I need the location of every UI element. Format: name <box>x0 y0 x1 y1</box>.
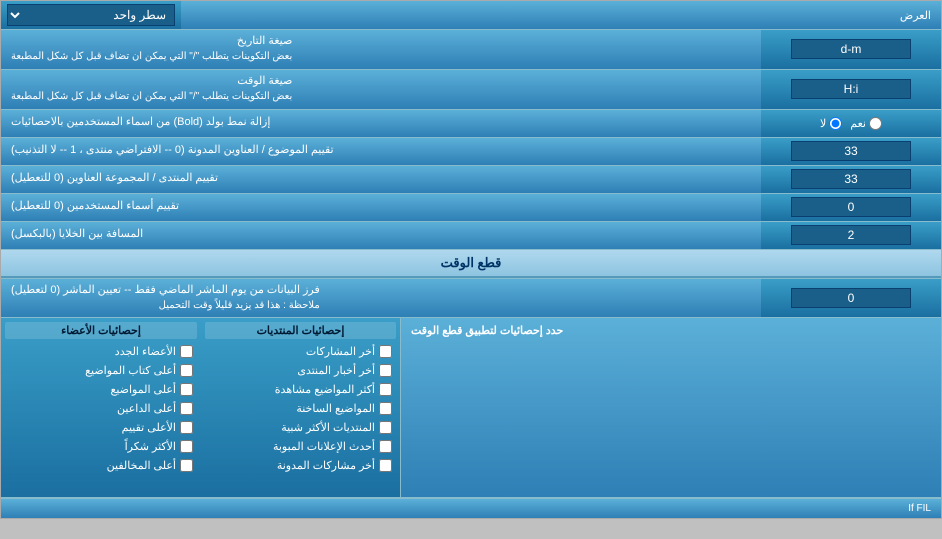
cutoff-label: فرز البيانات من يوم الماشر الماضي فقط --… <box>11 283 320 314</box>
date-format-label: صيغة التاريخبعض التكوينات يتطلب "/" التي… <box>11 34 292 65</box>
stat-old-topics[interactable]: المواضيع الساخنة <box>205 400 396 417</box>
cutoff-input[interactable] <box>791 288 911 308</box>
usernames-order-label: تقييم أسماء المستخدمين (0 للتعطيل) <box>11 199 179 214</box>
forum-stats-header: إحصائيات المنتديات <box>205 322 396 339</box>
usernames-order-input[interactable] <box>791 197 911 217</box>
time-format-input[interactable] <box>791 79 911 99</box>
stat-last-noted[interactable]: أخر مشاركات المدونة <box>205 457 396 474</box>
stat-top-rated[interactable]: الأعلى تقييم <box>5 419 197 436</box>
stats-limit-label: حدد إحصائيات لتطبيق قطع الوقت <box>411 324 563 337</box>
stat-top-writers[interactable]: أعلى كتاب المواضيع <box>5 362 197 379</box>
forum-order-input[interactable] <box>791 169 911 189</box>
topic-order-label: تقييم الموضوع / العناوين المدونة (0 -- ا… <box>11 143 334 158</box>
cell-spacing-label: المسافة بين الخلايا (بالبكسل) <box>11 227 143 242</box>
stat-new-members[interactable]: الأعضاء الجدد <box>5 343 197 360</box>
display-select[interactable]: سطر واحد سطرين ثلاثة أسطر <box>7 4 175 26</box>
stat-most-thanks[interactable]: الأكثر شكراً <box>5 438 197 455</box>
date-format-input[interactable] <box>791 39 911 59</box>
stat-top-lurkers[interactable]: أعلى المخالفين <box>5 457 197 474</box>
stat-most-viewed[interactable]: أكثر المواضيع مشاهدة <box>205 381 396 398</box>
stat-last-posts[interactable]: أخر المشاركات <box>205 343 396 360</box>
display-label: العرض <box>181 5 941 26</box>
stat-top-online[interactable]: أعلى الداعين <box>5 400 197 417</box>
stat-last-ads[interactable]: أحدث الإعلانات المبوبة <box>205 438 396 455</box>
bold-remove-label: إزالة نمط بولد (Bold) من اسماء المستخدمي… <box>11 115 270 130</box>
stat-similar-forums[interactable]: المنتديات الأكثر شبية <box>205 419 396 436</box>
member-stats-header: إحصائيات الأعضاء <box>5 322 197 339</box>
cell-spacing-input[interactable] <box>791 225 911 245</box>
stat-last-news[interactable]: أخر أخبار المنتدى <box>205 362 396 379</box>
forum-order-label: تقييم المنتدى / المجموعة العناوين (0 للت… <box>11 171 218 186</box>
cutoff-section-header: قطع الوقت <box>1 250 941 278</box>
stat-top-topics[interactable]: أعلى المواضيع <box>5 381 197 398</box>
topic-order-input[interactable] <box>791 141 911 161</box>
time-format-label: صيغة الوقتبعض التكوينات يتطلب "/" التي ي… <box>11 74 292 105</box>
bold-yes-radio[interactable]: نعم <box>850 117 882 130</box>
bold-no-radio[interactable]: لا <box>820 117 842 130</box>
bottom-note: If FIL <box>908 503 931 514</box>
